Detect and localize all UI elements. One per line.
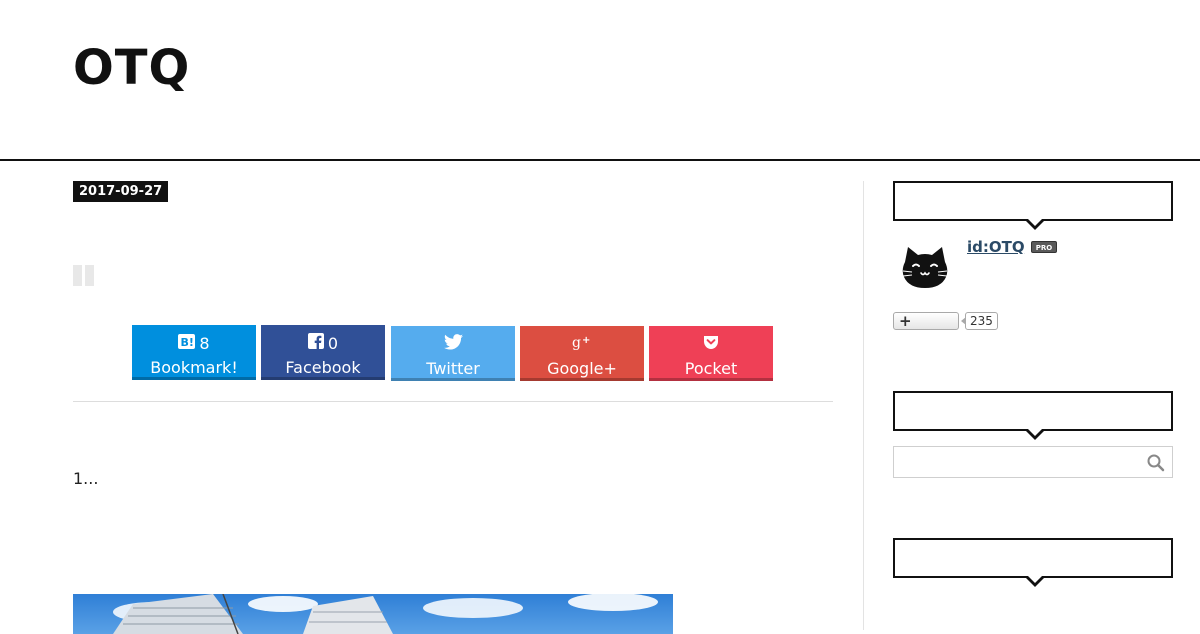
post-body-text: 1... bbox=[73, 469, 99, 488]
site-title[interactable]: OTQ bbox=[73, 40, 190, 96]
search-box bbox=[893, 446, 1173, 478]
facebook-share-button[interactable]: 0 Facebook bbox=[261, 325, 385, 380]
follower-count[interactable]: 235 bbox=[961, 312, 998, 330]
cat-face-icon bbox=[902, 247, 948, 288]
avatar[interactable] bbox=[899, 244, 951, 296]
search-module-title bbox=[893, 391, 1173, 440]
hatena-b-icon: B! bbox=[178, 333, 196, 355]
pro-badge: PRO bbox=[1031, 241, 1057, 253]
pocket-icon bbox=[703, 334, 719, 356]
search-icon[interactable] bbox=[1146, 453, 1166, 473]
svg-text:B!: B! bbox=[181, 336, 194, 349]
google-plus-icon: g + bbox=[572, 334, 592, 356]
profile-user-id[interactable]: id:OTQ bbox=[967, 237, 1025, 257]
facebook-label: Facebook bbox=[285, 358, 361, 377]
post-title-placeholder bbox=[73, 265, 94, 286]
twitter-share-button[interactable]: Twitter bbox=[391, 326, 515, 381]
profile-module-title bbox=[893, 181, 1173, 230]
hatena-label: Bookmark! bbox=[150, 358, 238, 377]
facebook-count: 0 bbox=[327, 333, 339, 353]
hatena-count: 8 bbox=[199, 333, 210, 353]
hatena-bookmark-button[interactable]: B! 8 Bookmark! bbox=[132, 325, 256, 380]
plus-icon: + bbox=[899, 312, 912, 330]
content-divider bbox=[73, 401, 833, 402]
twitter-bird-icon bbox=[443, 333, 463, 356]
google-plus-share-button[interactable]: g + Google+ bbox=[520, 326, 644, 381]
sidebar-divider bbox=[863, 181, 864, 630]
follow-button[interactable]: + bbox=[893, 312, 959, 330]
site-header: OTQ bbox=[0, 0, 1200, 161]
svg-text:+: + bbox=[582, 335, 590, 346]
module-title bbox=[893, 538, 1173, 587]
post-photo bbox=[73, 594, 673, 634]
twitter-label: Twitter bbox=[426, 359, 480, 378]
title-placeholder-bar bbox=[73, 265, 82, 286]
facebook-icon bbox=[307, 332, 324, 355]
title-placeholder-bar bbox=[85, 265, 94, 286]
svg-text:g: g bbox=[572, 335, 581, 350]
post-date[interactable]: 2017-09-27 bbox=[73, 181, 169, 202]
search-input[interactable] bbox=[895, 448, 1135, 476]
google-plus-label: Google+ bbox=[547, 359, 617, 378]
pocket-label: Pocket bbox=[684, 359, 738, 378]
pocket-share-button[interactable]: Pocket bbox=[649, 326, 773, 381]
